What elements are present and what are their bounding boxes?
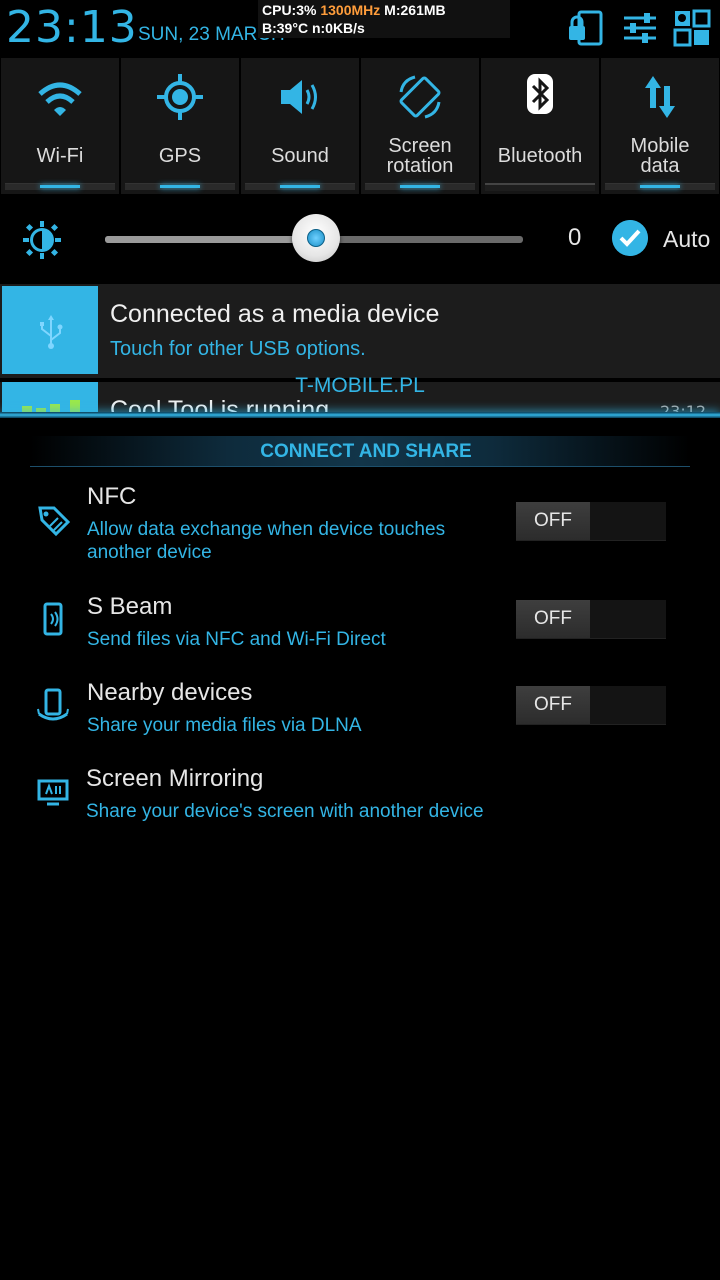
tile-label-bluetooth: Bluetooth xyxy=(497,145,583,167)
bluetooth-icon xyxy=(527,74,553,114)
notification-usb[interactable] xyxy=(0,284,720,378)
tile-mobile-data[interactable]: Mobile data xyxy=(601,58,719,194)
tile-indicator-mobile-data xyxy=(605,183,715,190)
nfc-icon xyxy=(38,506,70,537)
section-title: CONNECT AND SHARE xyxy=(260,441,472,462)
battery-network-stats: B:39°C n:0KB/s xyxy=(262,20,365,36)
screen-mirroring-subtitle: Share your device's screen with another … xyxy=(86,801,484,822)
tile-indicator-gps xyxy=(125,183,235,190)
tile-label-rotation: rotation xyxy=(386,155,454,177)
usb-icon-tile xyxy=(2,286,98,374)
tile-wifi[interactable]: Wi-Fi xyxy=(1,58,119,194)
brightness-icon xyxy=(23,221,61,259)
mobile-data-icon xyxy=(645,76,675,118)
tile-bluetooth[interactable]: Bluetooth xyxy=(481,58,599,194)
nearby-devices-title[interactable]: Nearby devices xyxy=(87,679,252,707)
tile-screen-rotation[interactable]: Screen rotation xyxy=(361,58,479,194)
quick-settings-panel: Wi-Fi GPS Sound Screen rotation Bluetoot… xyxy=(0,58,720,198)
tile-label-sound: Sound xyxy=(271,145,329,167)
screen-rotation-icon xyxy=(399,75,441,119)
brightness-slider-thumb[interactable] xyxy=(292,214,340,262)
tile-sound[interactable]: Sound xyxy=(241,58,359,194)
wifi-icon xyxy=(38,82,82,116)
nfc-title[interactable]: NFC xyxy=(87,483,136,511)
cpu-stats: CPU:3% 1300MHz M:261MB xyxy=(262,2,446,18)
auto-brightness-checkbox[interactable] xyxy=(612,220,648,256)
gps-icon xyxy=(157,74,203,120)
nfc-toggle[interactable]: OFF xyxy=(516,502,666,541)
s-beam-subtitle: Send files via NFC and Wi-Fi Direct xyxy=(87,629,386,650)
usb-icon xyxy=(40,315,63,349)
nearby-devices-toggle-label: OFF xyxy=(516,686,590,724)
tile-label-mobile: Mobile xyxy=(630,135,690,157)
cpu-frequency: 1300MHz xyxy=(320,2,381,18)
clock[interactable]: 23:13 xyxy=(6,2,138,53)
cpu-usage: CPU:3% xyxy=(262,2,321,18)
sound-icon xyxy=(281,80,317,114)
memory-usage: M:261MB xyxy=(380,2,446,18)
tile-indicator-wifi xyxy=(5,183,115,190)
tile-indicator-screen-rotation xyxy=(365,183,475,190)
rotation-lock-icon[interactable] xyxy=(566,8,606,48)
screen-mirroring-title[interactable]: Screen Mirroring xyxy=(86,765,263,793)
nearby-devices-toggle[interactable]: OFF xyxy=(516,686,666,725)
tile-label-gps: GPS xyxy=(158,145,202,167)
tile-gps[interactable]: GPS xyxy=(121,58,239,194)
tile-indicator-sound xyxy=(245,183,355,190)
tile-indicator-bluetooth xyxy=(485,183,595,191)
nearby-devices-subtitle: Share your media files via DLNA xyxy=(87,715,362,736)
auto-brightness-label[interactable]: Auto xyxy=(663,226,710,253)
s-beam-title[interactable]: S Beam xyxy=(87,593,172,621)
brightness-slider-fill xyxy=(105,236,315,243)
nearby-devices-icon xyxy=(37,688,69,721)
s-beam-toggle-label: OFF xyxy=(516,600,590,638)
screen-mirroring-icon xyxy=(37,779,69,806)
tile-label-wifi: Wi-Fi xyxy=(36,145,84,167)
nfc-toggle-label: OFF xyxy=(516,502,590,540)
notification-subtitle: Touch for other USB options. xyxy=(110,338,366,360)
tile-label-screen: Screen xyxy=(388,135,452,157)
settings-sliders-icon[interactable] xyxy=(620,8,660,48)
apps-grid-icon[interactable] xyxy=(672,8,712,48)
tile-label-data: data xyxy=(640,155,680,177)
carrier-label: T-MOBILE.PL xyxy=(295,374,425,397)
s-beam-toggle[interactable]: OFF xyxy=(516,600,666,639)
notification-title: Connected as a media device xyxy=(110,300,440,328)
nfc-subtitle: Allow data exchange when device touches … xyxy=(87,519,446,563)
s-beam-icon xyxy=(43,602,63,636)
brightness-value: 0 xyxy=(568,224,582,251)
